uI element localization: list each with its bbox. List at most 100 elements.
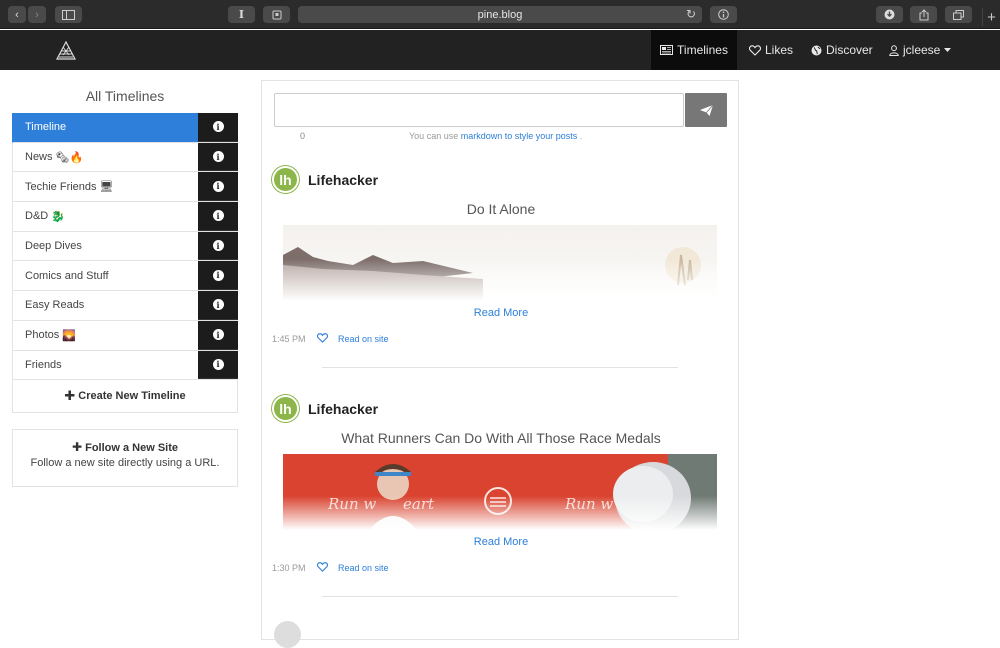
nav-discover[interactable]: Discover [811, 30, 873, 70]
info-icon: i [212, 151, 224, 163]
reader-button[interactable]: I [228, 6, 255, 23]
timeline-info-button[interactable]: i [198, 113, 238, 142]
read-on-site-link[interactable]: Read on site [338, 334, 389, 344]
info-icon: i [212, 299, 224, 311]
avatar[interactable]: lh [272, 395, 299, 422]
timeline-item[interactable]: D&D 🐉 i [12, 202, 238, 232]
timeline-label: Deep Dives [25, 240, 82, 253]
timeline-info-button[interactable]: i [198, 291, 238, 320]
like-heart-icon[interactable] [317, 333, 328, 343]
character-count: 0 [300, 131, 306, 141]
nav-likes-label: Likes [765, 43, 794, 57]
timeline-label: Techie Friends [25, 180, 97, 193]
post-divider [322, 367, 678, 368]
post-author[interactable]: Lifehacker [308, 401, 378, 417]
new-tab-button[interactable]: + [982, 8, 1000, 26]
info-icon: i [212, 358, 224, 370]
extension-button[interactable] [263, 6, 290, 23]
post-title[interactable]: Do It Alone [262, 201, 740, 217]
timeline-label: Friends [25, 358, 62, 371]
nav-timelines-label: Timelines [677, 43, 728, 57]
timeline-info-button[interactable]: i [198, 320, 238, 350]
timeline-item[interactable]: Comics and Stuff i [12, 261, 238, 292]
read-on-site-link[interactable]: Read on site [338, 563, 389, 573]
back-button[interactable]: ‹ [8, 6, 26, 23]
timeline-info-button[interactable]: i [198, 202, 238, 231]
share-icon [919, 8, 928, 20]
post-author[interactable]: Lifehacker [308, 172, 378, 188]
timeline-info-button[interactable]: i [198, 261, 238, 291]
nav-timelines[interactable]: Timelines [651, 30, 737, 70]
follow-site-title[interactable]: ✚ Follow a New Site [13, 440, 237, 454]
create-timeline-label: Create New Timeline [78, 390, 186, 403]
timeline-label: Photos [25, 329, 60, 342]
post-title[interactable]: What Runners Can Do With All Those Race … [262, 430, 740, 446]
timeline-item[interactable]: Deep Dives i [12, 231, 238, 262]
plus-icon: ✚ [64, 388, 76, 404]
downloads-button[interactable] [876, 6, 903, 23]
timeline-item[interactable]: Photos 🌄 i [12, 320, 238, 351]
create-timeline-button[interactable]: ✚ Create New Timeline [12, 380, 238, 414]
timeline-item[interactable]: Techie Friends 🖥 i [12, 172, 238, 203]
info-icon: i [212, 329, 224, 341]
compose-input[interactable] [274, 93, 684, 127]
app-navbar: Timelines Likes Discover jcleese [0, 30, 1000, 70]
post-time: 1:45 PM [272, 334, 306, 344]
read-more-link[interactable]: Read More [262, 536, 740, 548]
nav-user-menu[interactable]: jcleese [889, 30, 952, 70]
post-divider [322, 596, 678, 597]
info-icon: i [212, 240, 224, 252]
timeline-emoji: 🌄 [62, 329, 76, 342]
url-text: pine.blog [477, 8, 523, 21]
globe-icon [811, 45, 822, 55]
address-bar[interactable]: pine.blog ↻ [298, 6, 702, 23]
caret-down-icon [944, 48, 952, 52]
timeline-info-button[interactable]: i [198, 231, 238, 261]
timeline-item[interactable]: Friends i [12, 350, 238, 381]
timeline-label: Easy Reads [25, 299, 85, 312]
timeline-list: Timeline i News 🗞🔥 i Techie Friends 🖥 i D&… [12, 113, 238, 414]
timeline-info-button[interactable]: i [198, 350, 238, 380]
pine-logo[interactable] [55, 41, 77, 61]
info-button[interactable] [710, 6, 737, 23]
browser-toolbar: ‹ › I pine.blog ↻ + [0, 0, 1000, 29]
post-card: lh Lifehacker What Runners Can Do With A… [262, 392, 740, 602]
timeline-emoji: 🐉 [51, 210, 65, 223]
follow-site-description: Follow a new site directly using a URL. [30, 457, 220, 469]
tabs-icon [953, 9, 964, 20]
nav-user-label: jcleese [903, 43, 941, 57]
user-icon [889, 44, 899, 56]
sidebar-title: All Timelines [85, 88, 165, 104]
like-heart-icon[interactable] [317, 562, 328, 572]
feed-panel: 0 You can use markdown to style your pos… [261, 80, 740, 648]
post-time: 1:30 PM [272, 563, 306, 573]
share-button[interactable] [910, 6, 937, 23]
timeline-emoji: 🗞🔥 [55, 151, 84, 164]
extension-icon [272, 10, 281, 19]
avatar[interactable]: lh [272, 166, 299, 193]
post-card: lh Lifehacker Do It Alone Read More 1:45… [262, 163, 740, 373]
timeline-label: Comics and Stuff [25, 269, 109, 282]
timeline-info-button[interactable]: i [198, 172, 238, 202]
info-icon [718, 9, 729, 20]
timeline-item[interactable]: Easy Reads i [12, 291, 238, 321]
read-more-link[interactable]: Read More [262, 307, 740, 319]
sidebar-toggle-button[interactable] [55, 6, 82, 23]
avatar[interactable] [274, 621, 301, 648]
markdown-link[interactable]: markdown to style your posts [461, 131, 578, 141]
nav-likes[interactable]: Likes [749, 30, 793, 70]
heart-icon [749, 44, 761, 56]
timeline-info-button[interactable]: i [198, 142, 238, 172]
tabs-button[interactable] [945, 6, 972, 23]
timeline-item[interactable]: Timeline i [12, 113, 238, 143]
info-icon: i [212, 269, 224, 281]
plus-icon: ✚ [71, 440, 83, 454]
post-image: Run weart Run w [283, 454, 717, 530]
timeline-item[interactable]: News 🗞🔥 i [12, 142, 238, 173]
timeline-label: D&D [25, 210, 49, 223]
reload-icon[interactable]: ↻ [686, 7, 696, 21]
follow-site-panel[interactable]: ✚ Follow a New Site Follow a new site di… [12, 429, 238, 487]
forward-button[interactable]: › [28, 6, 46, 23]
send-button[interactable] [685, 93, 727, 127]
sidebar-icon [62, 9, 75, 20]
